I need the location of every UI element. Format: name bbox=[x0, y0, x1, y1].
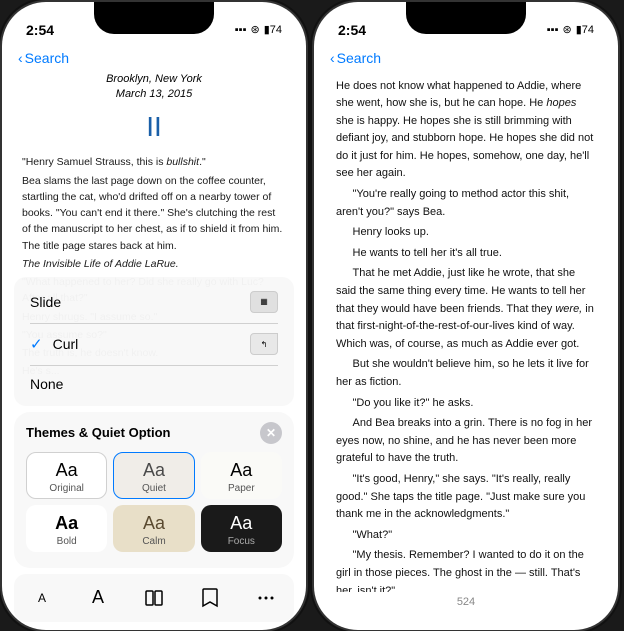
theme-row-top: Aa Original Aa Quiet Aa Paper bbox=[26, 452, 282, 499]
wifi-icon-right: ⊛ bbox=[562, 23, 571, 36]
theme-aa-calm: Aa bbox=[143, 514, 165, 532]
status-icons-left: ▪▪▪ ⊛ ▮74 bbox=[235, 23, 282, 36]
book-location-line2: March 13, 2015 bbox=[22, 87, 286, 102]
transition-menu: Slide ▦ ✓ Curl ↰ None bbox=[14, 277, 294, 406]
more-icon bbox=[255, 587, 277, 609]
nav-bar-left: ‹ Search bbox=[2, 46, 306, 72]
right-para-7: "Do you like it?" he asks. bbox=[336, 395, 596, 413]
slide-label: Slide bbox=[30, 294, 250, 310]
back-button-left[interactable]: ‹ Search bbox=[18, 50, 69, 66]
back-label-right: Search bbox=[337, 50, 381, 66]
status-icons-right: ▪▪▪ ⊛ ▮74 bbox=[547, 23, 594, 36]
right-para-3: Henry looks up. bbox=[336, 224, 596, 242]
bookmark-button[interactable] bbox=[194, 582, 226, 614]
signal-icon-right: ▪▪▪ bbox=[547, 24, 559, 36]
right-phone: 2:54 ▪▪▪ ⊛ ▮74 ‹ Search He does not know… bbox=[314, 2, 618, 630]
theme-label-paper: Paper bbox=[228, 483, 255, 494]
themes-panel: Themes & Quiet Option ✕ Aa Original Aa Q… bbox=[14, 412, 294, 568]
layout-button[interactable] bbox=[138, 582, 170, 614]
theme-aa-paper: Aa bbox=[230, 461, 252, 479]
battery-icon: ▮74 bbox=[264, 23, 282, 36]
theme-label-focus: Focus bbox=[228, 536, 255, 547]
page-number: 524 bbox=[314, 592, 618, 620]
layout-icon bbox=[144, 588, 164, 608]
font-large-button[interactable]: A bbox=[82, 582, 114, 614]
font-small-button[interactable]: A bbox=[26, 582, 58, 614]
font-small-label: A bbox=[38, 591, 46, 605]
themes-header: Themes & Quiet Option ✕ bbox=[26, 422, 282, 444]
curl-label: Curl bbox=[53, 336, 250, 352]
theme-tile-calm[interactable]: Aa Calm bbox=[113, 505, 194, 552]
time-left: 2:54 bbox=[26, 22, 54, 38]
slide-preview-icon: ▦ bbox=[250, 291, 278, 313]
chapter-number: II bbox=[22, 106, 286, 148]
notch bbox=[94, 2, 214, 34]
curl-preview-icon: ↰ bbox=[250, 333, 278, 355]
theme-label-calm: Calm bbox=[142, 536, 165, 547]
theme-tile-quiet[interactable]: Aa Quiet bbox=[113, 452, 194, 499]
back-label-left: Search bbox=[25, 50, 69, 66]
right-para-1: He does not know what happened to Addie,… bbox=[336, 78, 596, 184]
right-para-4: He wants to tell her it's all true. bbox=[336, 245, 596, 263]
book-location-line1: Brooklyn, New York bbox=[22, 72, 286, 87]
theme-tile-paper[interactable]: Aa Paper bbox=[201, 452, 282, 499]
notch-right bbox=[406, 2, 526, 34]
signal-icon: ▪▪▪ bbox=[235, 24, 247, 36]
none-label: None bbox=[30, 376, 278, 392]
theme-label-bold: Bold bbox=[57, 536, 77, 547]
right-para-8: And Bea breaks into a grin. There is no … bbox=[336, 415, 596, 468]
right-para-10: "What?" bbox=[336, 527, 596, 545]
right-para-9: "It's good, Henry," she says. "It's real… bbox=[336, 471, 596, 524]
theme-label-quiet: Quiet bbox=[142, 483, 166, 494]
themes-title: Themes & Quiet Option bbox=[26, 425, 170, 440]
more-button[interactable] bbox=[250, 582, 282, 614]
back-chevron-icon: ‹ bbox=[18, 50, 23, 66]
wifi-icon: ⊛ bbox=[250, 23, 259, 36]
right-para-2: "You're really going to method actor thi… bbox=[336, 186, 596, 221]
back-chevron-icon-right: ‹ bbox=[330, 50, 335, 66]
right-para-6: But she wouldn't believe him, so he lets… bbox=[336, 356, 596, 391]
menu-item-curl[interactable]: ✓ Curl ↰ bbox=[14, 323, 294, 365]
overlay-panel: Slide ▦ ✓ Curl ↰ None Themes & Quiet Opt… bbox=[2, 277, 306, 630]
bookmark-icon bbox=[201, 587, 219, 609]
menu-item-none[interactable]: None bbox=[14, 366, 294, 402]
left-phone: 2:54 ▪▪▪ ⊛ ▮74 ‹ Search Brooklyn, New Yo… bbox=[2, 2, 306, 630]
nav-bar-right: ‹ Search bbox=[314, 46, 618, 72]
para-2: Bea slams the last page down on the coff… bbox=[22, 173, 286, 254]
time-right: 2:54 bbox=[338, 22, 366, 38]
theme-aa-quiet: Aa bbox=[143, 461, 165, 479]
theme-label-original: Original bbox=[49, 483, 83, 494]
right-para-11: "My thesis. Remember? I wanted to do it … bbox=[336, 547, 596, 591]
theme-aa-bold: Aa bbox=[55, 514, 78, 532]
right-para-5: That he met Addie, just like he wrote, t… bbox=[336, 265, 596, 353]
theme-aa-focus: Aa bbox=[230, 514, 252, 532]
theme-tile-original[interactable]: Aa Original bbox=[26, 452, 107, 499]
book-header: Brooklyn, New York March 13, 2015 bbox=[22, 72, 286, 103]
battery-icon-right: ▮74 bbox=[576, 23, 594, 36]
close-button[interactable]: ✕ bbox=[260, 422, 282, 444]
theme-aa-original: Aa bbox=[56, 461, 78, 479]
para-3: The Invisible Life of Addie LaRue. bbox=[22, 256, 286, 272]
checkmark-icon: ✓ bbox=[30, 335, 43, 353]
para-1: "Henry Samuel Strauss, this is bullshit.… bbox=[22, 154, 286, 170]
theme-tile-bold[interactable]: Aa Bold bbox=[26, 505, 107, 552]
theme-tile-focus[interactable]: Aa Focus bbox=[201, 505, 282, 552]
menu-item-slide[interactable]: Slide ▦ bbox=[14, 281, 294, 323]
book-content-right: He does not know what happened to Addie,… bbox=[314, 72, 618, 592]
back-button-right[interactable]: ‹ Search bbox=[330, 50, 381, 66]
theme-row-bottom: Aa Bold Aa Calm Aa Focus bbox=[26, 505, 282, 552]
bottom-toolbar: A A bbox=[14, 574, 294, 622]
font-large-label: A bbox=[92, 587, 104, 608]
